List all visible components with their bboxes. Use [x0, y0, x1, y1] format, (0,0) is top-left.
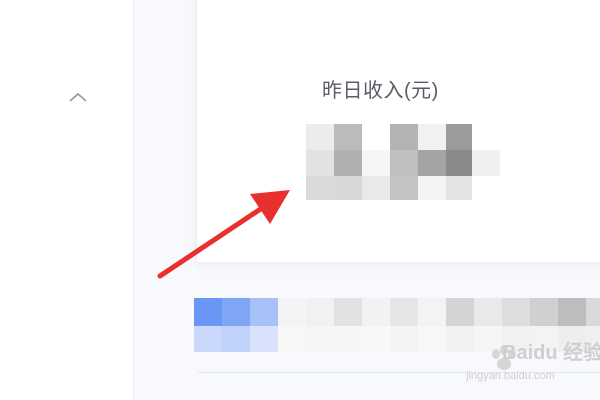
chevron-up-icon[interactable]	[68, 90, 88, 104]
watermark-brand: Baidu 经验	[502, 342, 600, 364]
yesterday-income-label: 昨日收入(元)	[322, 80, 439, 102]
left-gutter	[0, 0, 134, 400]
red-arrow-icon	[157, 190, 290, 279]
watermark-url: jingyan.baidu.com	[466, 370, 555, 382]
